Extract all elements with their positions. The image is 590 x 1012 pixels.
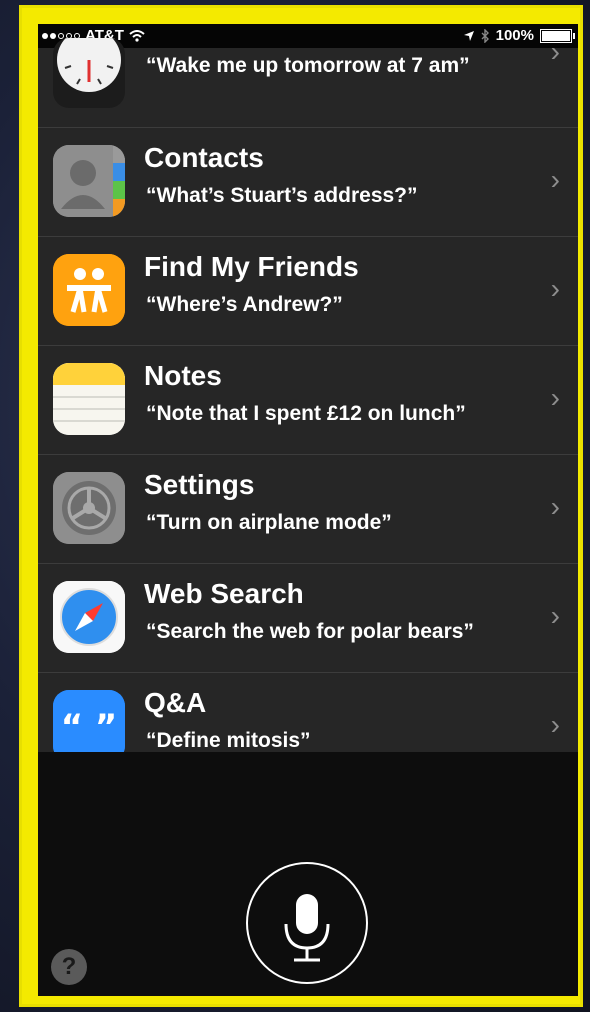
wifi-icon [129,29,145,42]
location-icon [463,30,474,41]
safari-icon [53,581,125,653]
clock-icon [53,38,125,108]
item-title: Web Search [144,578,304,609]
list-item-web-search[interactable]: Web Search “Search the web for polar bea… [38,564,578,673]
siri-screen: AT&T 100% “Wake me up tomorrow at 7 am” … [38,24,578,996]
item-subtitle: “Wake me up tomorrow at 7 am” [146,54,470,77]
help-button[interactable]: ? [51,949,87,985]
find-my-friends-icon [53,254,125,326]
item-subtitle: “What’s Stuart’s address?” [146,184,418,207]
item-subtitle: “Search the web for polar bears” [146,620,474,643]
list-item-notes[interactable]: Notes “Note that I spent £12 on lunch” › [38,346,578,455]
item-title: Contacts [144,142,264,173]
contacts-icon [53,145,125,217]
chevron-right-icon: › [550,382,560,413]
list-item-clock[interactable]: “Wake me up tomorrow at 7 am” › [38,36,578,128]
item-subtitle: “Define mitosis” [146,729,311,752]
siri-suggestions-list: “Wake me up tomorrow at 7 am” › Contacts… [38,36,578,762]
notes-icon [53,363,125,435]
battery-percent: 100% [495,27,534,44]
svg-text:“ ”: “ ” [61,707,118,747]
chevron-right-icon: › [550,273,560,304]
item-subtitle: “Where’s Andrew?” [146,293,343,316]
chevron-right-icon: › [550,164,560,195]
item-title: Find My Friends [144,251,359,282]
list-item-find-my-friends[interactable]: Find My Friends “Where’s Andrew?” › [38,237,578,346]
item-subtitle: “Turn on airplane mode” [146,511,392,534]
bluetooth-icon [481,28,489,43]
settings-icon [53,472,125,544]
chevron-right-icon: › [550,600,560,631]
siri-bottom-bar: ? [38,752,578,996]
item-title: Q&A [144,687,207,718]
chevron-right-icon: › [550,491,560,522]
item-title: Notes [144,360,222,391]
list-item-contacts[interactable]: Contacts “What’s Stuart’s address?” › [38,128,578,237]
chevron-right-icon: › [550,36,560,67]
microphone-icon [284,894,330,962]
chevron-right-icon: › [550,709,560,740]
item-title: Settings [144,469,255,500]
item-subtitle: “Note that I spent £12 on lunch” [146,402,466,425]
list-item-settings[interactable]: Settings “Turn on airplane mode” › [38,455,578,564]
microphone-button[interactable] [246,862,368,984]
